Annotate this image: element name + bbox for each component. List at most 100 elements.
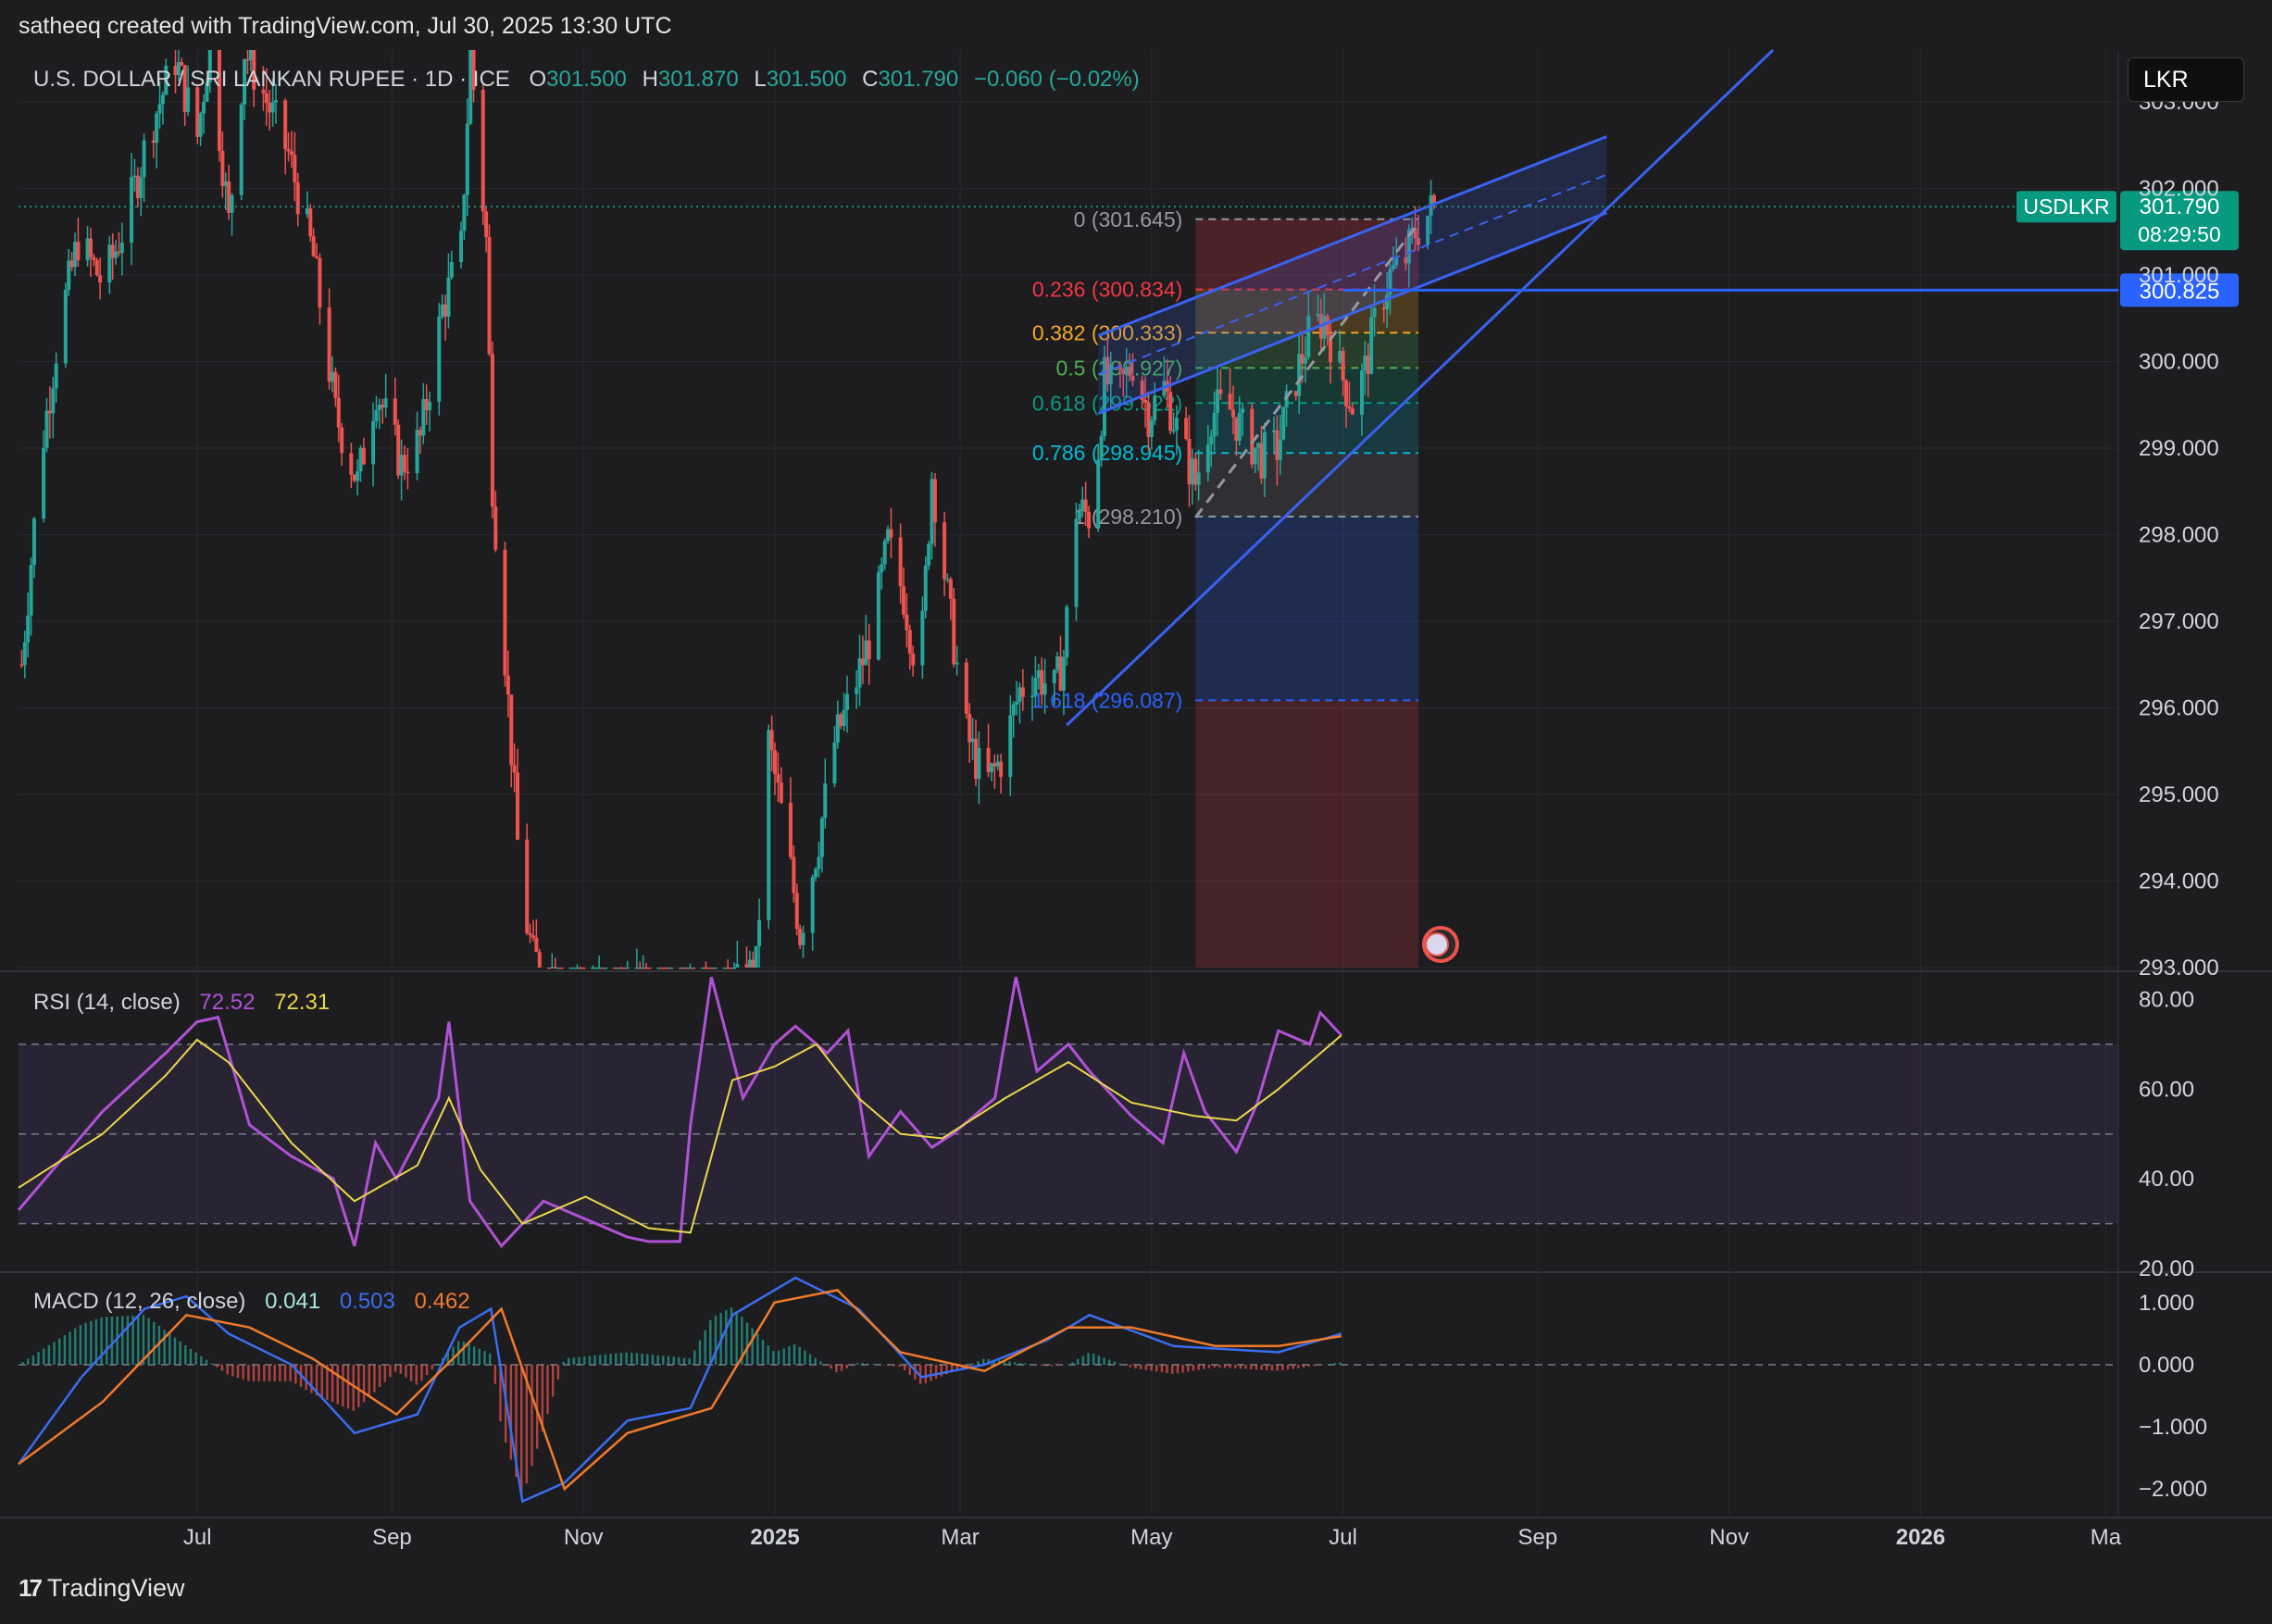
candle-body — [202, 101, 206, 114]
macd-histogram-bar — [69, 1331, 71, 1365]
macd-histogram-bar — [693, 1350, 696, 1365]
macd-histogram-bar — [678, 1357, 680, 1365]
candle-body — [406, 471, 410, 474]
macd-histogram-bar — [767, 1345, 769, 1365]
macd-histogram-bar — [1286, 1364, 1290, 1370]
macd-histogram-bar — [761, 1339, 765, 1365]
macd-histogram-bar — [63, 1334, 67, 1365]
candle-body — [311, 236, 316, 256]
candle-body — [29, 565, 33, 616]
candle-body — [1218, 389, 1223, 394]
macd-histogram-bar — [1234, 1364, 1237, 1368]
macd-histogram-bar — [147, 1318, 150, 1365]
price-tick-label: 297.000 — [2139, 609, 2219, 634]
macd-histogram-bar — [257, 1364, 260, 1381]
macd-histogram-bar — [835, 1364, 838, 1373]
trend-line — [1066, 48, 1775, 727]
macd-histogram-bar — [1260, 1364, 1263, 1370]
candle-body — [230, 194, 234, 213]
macd-histogram-bar — [688, 1358, 691, 1365]
macd-histogram-bar — [808, 1354, 812, 1365]
macd-histogram-bar — [488, 1353, 492, 1365]
macd-tick-label: 1.000 — [2139, 1291, 2194, 1316]
macd-histogram-bar — [1223, 1364, 1227, 1368]
macd-histogram-bar — [635, 1353, 639, 1365]
candle-body — [139, 177, 144, 199]
macd-histogram-bar — [646, 1354, 649, 1365]
macd-histogram-bar — [578, 1356, 580, 1365]
macd-histogram-bar — [1266, 1364, 1268, 1370]
candle-body — [1087, 511, 1092, 529]
candle-body — [509, 694, 514, 766]
candle-body — [876, 572, 880, 660]
macd-signal-value: 0.462 — [415, 1289, 470, 1314]
time-tick-label: Ma — [2091, 1525, 2122, 1550]
candle-body — [902, 586, 906, 615]
candle-body — [26, 615, 31, 643]
chart-canvas[interactable]: 0 (301.645)0.236 (300.834)0.382 (300.333… — [0, 0, 2272, 1624]
candle-body — [63, 290, 68, 364]
candle-body — [286, 149, 291, 152]
macd-panel — [17, 1276, 2118, 1504]
signal-line — [18, 1289, 1342, 1492]
candle-body — [98, 275, 103, 283]
candle-body — [898, 537, 903, 587]
time-tick-label: Nov — [1709, 1525, 1749, 1550]
candle-body — [967, 713, 972, 743]
macd-histogram-bar — [58, 1338, 61, 1365]
candle-body — [493, 506, 498, 550]
macd-title: MACD (12, 26, close) — [33, 1289, 245, 1314]
macd-histogram-bar — [472, 1346, 476, 1365]
candle-body — [446, 277, 451, 317]
macd-histogram-bar — [1302, 1364, 1305, 1368]
candle-body — [289, 151, 293, 156]
candle-body — [220, 150, 225, 186]
macd-histogram-bar — [79, 1325, 82, 1365]
macd-value: 0.503 — [340, 1289, 395, 1314]
macd-histogram-bar — [583, 1356, 586, 1365]
macd-histogram-bar — [725, 1310, 728, 1365]
candle-body — [1209, 436, 1214, 445]
macd-histogram-bar — [804, 1350, 806, 1365]
macd-histogram-bar — [1024, 1363, 1027, 1365]
macd-histogram-bar — [373, 1364, 376, 1393]
rsi-tick-label: 40.00 — [2139, 1167, 2194, 1192]
macd-histogram-bar — [1155, 1364, 1158, 1372]
macd-histogram-bar — [200, 1355, 203, 1365]
fib-extension-zone — [1195, 700, 1418, 968]
open-value: 301.500 — [546, 67, 627, 92]
macd-histogram-bar — [798, 1346, 801, 1365]
macd-histogram-bar — [342, 1364, 344, 1407]
macd-histogram-bar — [1281, 1364, 1284, 1371]
macd-histogram-bar — [903, 1364, 906, 1371]
candle-body — [1184, 418, 1189, 439]
candle-body — [88, 238, 93, 257]
macd-histogram-bar — [682, 1357, 686, 1365]
candle-body — [754, 945, 758, 968]
candle-body — [264, 93, 268, 104]
macd-histogram-bar — [320, 1364, 323, 1398]
candle-body — [295, 182, 300, 215]
candle-body — [1077, 510, 1081, 519]
fib-zone — [1195, 516, 1418, 701]
macd-histogram-bar — [672, 1356, 675, 1365]
candle-body — [1020, 687, 1025, 697]
candle-body — [927, 543, 931, 566]
time-tick-label: Mar — [941, 1525, 979, 1550]
macd-histogram-bar — [651, 1355, 655, 1365]
tradingview-brand[interactable]: 17 TradingView — [19, 1574, 185, 1603]
candle-body — [374, 409, 379, 421]
candle-body — [905, 614, 909, 631]
macd-histogram-bar — [788, 1346, 791, 1365]
rsi-legend: RSI (14, close) 72.52 72.31 — [33, 990, 330, 1015]
price-tick-label: 299.000 — [2139, 436, 2219, 461]
candle-body — [94, 260, 99, 276]
macd-histogram-bar — [1218, 1364, 1221, 1368]
symbol-tag-label: USDLKR — [2023, 194, 2109, 219]
macd-histogram-bar — [205, 1359, 208, 1365]
macd-histogram-bar — [1081, 1355, 1085, 1365]
macd-histogram-bar — [1134, 1364, 1137, 1368]
candle-body — [270, 102, 275, 113]
macd-histogram-bar — [930, 1364, 932, 1381]
currency-button[interactable]: LKR — [2128, 57, 2244, 102]
